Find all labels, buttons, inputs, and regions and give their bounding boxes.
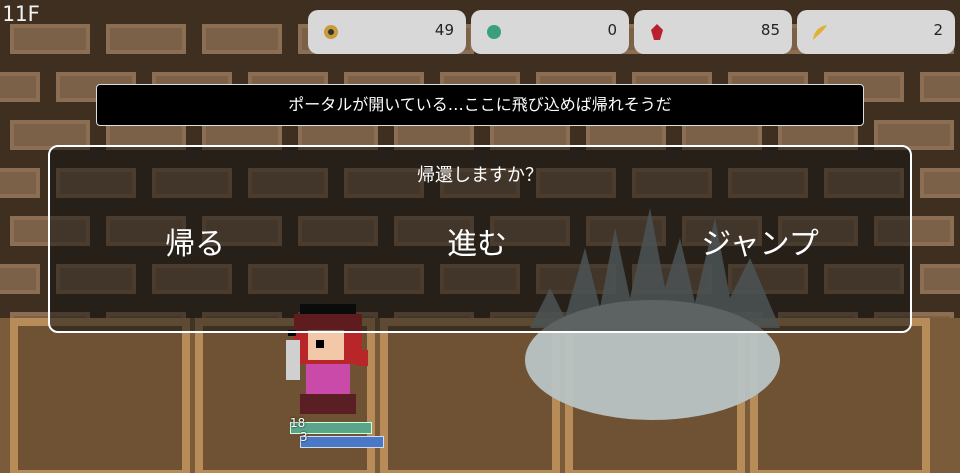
return-button[interactable]: 帰る xyxy=(95,219,295,263)
coin-count: 49 xyxy=(434,21,454,39)
resource-green-orb: 0 xyxy=(471,10,629,54)
coin-icon xyxy=(324,25,338,39)
floor-number: 11F xyxy=(2,2,40,26)
brick xyxy=(0,72,40,102)
floor-tile xyxy=(10,318,190,473)
red-gem-count: 85 xyxy=(760,21,780,39)
brick xyxy=(920,264,960,294)
feather-count: 2 xyxy=(933,21,943,39)
green-orb-count: 0 xyxy=(607,21,617,39)
resource-coin: 49 xyxy=(308,10,466,54)
red-gem-icon xyxy=(651,24,663,40)
brick xyxy=(920,168,960,198)
proceed-button[interactable]: 進む xyxy=(377,219,577,263)
brick xyxy=(0,264,40,294)
green-orb-icon xyxy=(487,25,501,39)
brick xyxy=(0,168,40,198)
brick xyxy=(920,72,960,102)
mp-value: 3 xyxy=(300,430,308,444)
hp-value: 18 xyxy=(290,416,306,430)
brick xyxy=(10,24,90,54)
return-dialog: 帰還しますか？ 帰る 進む ジャンプ xyxy=(48,145,912,333)
mp-bar xyxy=(300,436,384,448)
resource-red-gem: 85 xyxy=(634,10,792,54)
jump-button[interactable]: ジャンプ xyxy=(660,219,860,263)
brick xyxy=(202,24,282,54)
brick xyxy=(106,24,186,54)
feather-icon xyxy=(813,25,827,40)
message-box: ポータルが開いている…ここに飛び込めば帰れそうだ xyxy=(96,84,864,126)
resource-feather: 2 xyxy=(797,10,955,54)
dialog-question: 帰還しますか？ xyxy=(417,165,543,186)
